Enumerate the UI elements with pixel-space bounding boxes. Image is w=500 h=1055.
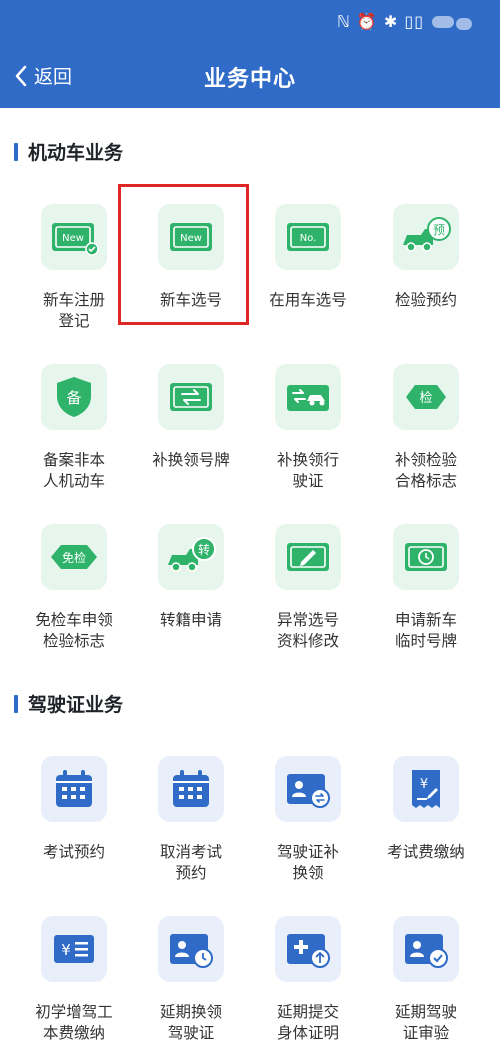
medical-upload-icon xyxy=(275,916,341,982)
new-plate-icon: New xyxy=(158,204,224,270)
tile-label: 新车选号 xyxy=(159,291,222,309)
new-plate-check-icon: New xyxy=(41,204,107,270)
swap-car-icon xyxy=(275,364,341,430)
tile-label: 考试费缴纳 xyxy=(387,843,465,861)
plate-clock-icon xyxy=(393,524,459,590)
status-blur xyxy=(432,16,454,28)
tile-replace-driving-permit[interactable]: 补换领行 驶证 xyxy=(248,364,368,492)
tile-label: 异常选号 资料修改 xyxy=(276,611,339,650)
calendar-icon xyxy=(158,756,224,822)
tile-replace-plate[interactable]: 补换领号牌 xyxy=(131,364,251,471)
tile-label: 补换领号牌 xyxy=(152,451,230,469)
badge-text: 检 xyxy=(419,391,432,406)
tile-exam-appointment[interactable]: 考试预约 xyxy=(14,756,134,863)
tile-temporary-plate[interactable]: 申请新车 临时号牌 xyxy=(366,524,486,652)
shield-icon: 备 xyxy=(41,364,107,430)
section-title-license: 驾驶证业务 xyxy=(14,690,123,717)
section-title-text: 机动车业务 xyxy=(28,142,124,164)
exempt-diamond-icon: 免检 xyxy=(41,524,107,590)
tile-label: 驾驶证补 换领 xyxy=(276,843,339,882)
license-check-icon xyxy=(393,916,459,982)
tile-label: 初学增驾工 本费缴纳 xyxy=(35,1003,113,1042)
tile-extend-license-renewal[interactable]: 延期换领 驾驶证 xyxy=(131,916,251,1044)
badge-text: 预 xyxy=(433,223,445,237)
tile-label: 转籍申请 xyxy=(159,611,222,629)
tile-extend-license-review[interactable]: 延期驾驶 证审验 xyxy=(366,916,486,1044)
app-header: ℕ ⏰ ✱ ▯▯ 返回 业务中心 xyxy=(0,0,500,108)
license-swap-icon xyxy=(275,756,341,822)
tile-new-car-registration[interactable]: New 新车注册 登记 xyxy=(14,204,134,332)
tile-label: 补领检验 合格标志 xyxy=(394,451,457,490)
tile-license-replacement[interactable]: 驾驶证补 换领 xyxy=(248,756,368,884)
tile-record-vehicle[interactable]: 备 备案非本 人机动车 xyxy=(14,364,134,492)
svg-text:¥: ¥ xyxy=(61,941,71,959)
inspection-diamond-icon: 检 xyxy=(393,364,459,430)
tile-label: 免检车申领 检验标志 xyxy=(35,611,113,650)
section-title-vehicle: 机动车业务 xyxy=(14,138,123,165)
status-blur xyxy=(456,18,472,30)
tile-exempt-inspection-mark[interactable]: 免检 免检车申领 检验标志 xyxy=(14,524,134,652)
tile-reissue-inspection-mark[interactable]: 检 补领检验 合格标志 xyxy=(366,364,486,492)
tile-cancel-exam-appointment[interactable]: 取消考试 预约 xyxy=(131,756,251,884)
tile-in-use-plate-selection[interactable]: No. 在用车选号 xyxy=(248,204,368,311)
tile-new-car-plate-selection[interactable]: New 新车选号 xyxy=(131,204,251,311)
svg-text:New: New xyxy=(62,233,84,244)
tile-abnormal-plate-edit[interactable]: 异常选号 资料修改 xyxy=(248,524,368,652)
license-clock-icon xyxy=(158,916,224,982)
tile-extend-medical-certificate[interactable]: 延期提交 身体证明 xyxy=(248,916,368,1044)
svg-text:New: New xyxy=(180,233,202,244)
tile-label: 在用车选号 xyxy=(269,291,347,309)
section-accent-bar xyxy=(14,694,18,713)
svg-text:No.: No. xyxy=(300,233,317,244)
tile-exam-fee-payment[interactable]: ¥ 考试费缴纳 xyxy=(366,756,486,863)
section-title-text: 驾驶证业务 xyxy=(28,694,124,716)
badge-text: 备 xyxy=(66,389,81,407)
tile-label: 取消考试 预约 xyxy=(159,843,222,882)
receipt-yen-icon: ¥ xyxy=(393,756,459,822)
tile-label: 备案非本 人机动车 xyxy=(42,451,105,490)
yen-card-icon: ¥ xyxy=(41,916,107,982)
tile-label: 延期提交 身体证明 xyxy=(276,1003,339,1042)
tile-label: 延期驾驶 证审验 xyxy=(394,1003,457,1042)
tile-inspection-appointment[interactable]: 预 检验预约 xyxy=(366,204,486,311)
status-bar-icons: ℕ ⏰ ✱ ▯▯ xyxy=(336,12,424,31)
page-title: 业务中心 xyxy=(203,67,296,92)
tile-label: 新车注册 登记 xyxy=(42,291,105,330)
section-accent-bar xyxy=(14,142,18,161)
tile-label: 申请新车 临时号牌 xyxy=(394,611,457,650)
tile-label: 补换领行 驶证 xyxy=(276,451,339,490)
truck-appointment-icon: 预 xyxy=(393,204,459,270)
badge-text: 免检 xyxy=(62,550,86,565)
tile-label: 检验预约 xyxy=(394,291,457,309)
badge-text: 转 xyxy=(198,542,210,557)
no-plate-icon: No. xyxy=(275,204,341,270)
main-content: 机动车业务 New 新车注册 登记 New 新车选号 No. 在用车选号 预 检… xyxy=(0,108,500,1055)
tile-label: 延期换领 驾驶证 xyxy=(159,1003,222,1042)
svg-text:¥: ¥ xyxy=(420,777,428,792)
calendar-icon xyxy=(41,756,107,822)
tile-label: 考试预约 xyxy=(42,843,105,861)
tile-beginner-fee-payment[interactable]: ¥ 初学增驾工 本费缴纳 xyxy=(14,916,134,1044)
truck-transfer-icon: 转 xyxy=(158,524,224,590)
plate-edit-icon xyxy=(275,524,341,590)
swap-plate-icon xyxy=(158,364,224,430)
tile-transfer-application[interactable]: 转 转籍申请 xyxy=(131,524,251,631)
